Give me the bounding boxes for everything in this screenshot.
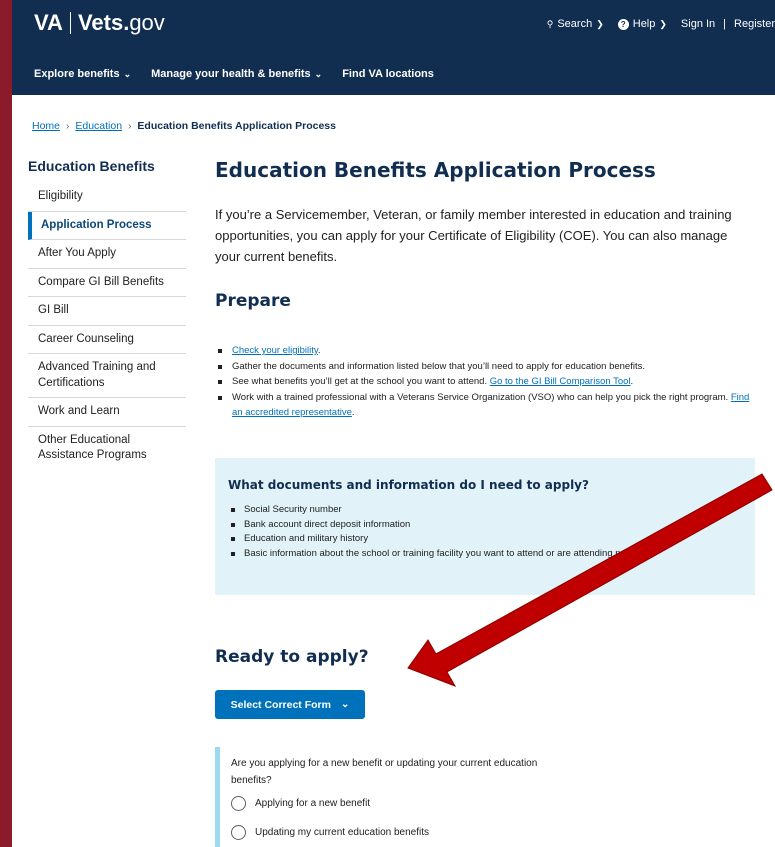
list-item: Check your eligibility. [215,343,755,359]
breadcrumb-education[interactable]: Education [75,120,122,132]
chevron-down-icon: ❯ [659,18,667,29]
button-label: Select Correct Form [230,698,331,711]
nav-label: Manage your health & benefits [151,68,311,80]
prepare-heading: Prepare [215,291,291,311]
main-content: Education Benefits Application Process I… [215,158,755,847]
utility-nav: ⚲ Search ❯ ? Help ❯ Sign In | Register [547,18,775,30]
documents-info-box: What documents and information do I need… [215,458,755,595]
documents-list: Social Security number Bank account dire… [228,503,739,561]
list-item: Gather the documents and information lis… [215,359,755,375]
check-eligibility-link[interactable]: Check your eligibility [232,345,318,356]
sidebar-item-eligibility[interactable]: Eligibility [28,183,186,212]
breadcrumb-current: Education Benefits Application Process [137,120,336,132]
list-item: See what benefits you’ll get at the scho… [215,374,755,390]
question-text: Are you applying for a new benefit or up… [231,758,538,786]
sidebar-nav: Education Benefits Eligibility Applicati… [28,158,186,470]
help-icon: ? [617,18,629,30]
browser-page: VA Vets. gov ⚲ Search ❯ ? Help ❯ Sign In … [12,0,775,847]
logo-divider [69,12,71,34]
gi-bill-comparison-link[interactable]: Go to the GI Bill Comparison Tool [490,376,631,387]
list-item: Bank account direct deposit information [228,518,739,533]
breadcrumb: Home › Education › Education Benefits Ap… [32,120,336,132]
sidebar-title: Education Benefits [28,158,155,174]
header-divider: | [723,18,727,30]
nav-explore-benefits[interactable]: Explore benefits ⌄ [34,68,131,80]
search-label: Search [557,18,593,30]
logo-va: VA [34,10,63,35]
register-link[interactable]: Register [734,18,775,30]
nav-manage-health-benefits[interactable]: Manage your health & benefits ⌄ [151,68,322,80]
sidebar-item-advanced-training[interactable]: Advanced Training and Certifications [28,354,186,399]
breadcrumb-home[interactable]: Home [32,120,60,132]
sidebar-item-application-process[interactable]: Application Process [28,211,186,241]
radio-option-update-benefits[interactable]: Updating my current education benefits [231,825,755,840]
help-label: Help [632,18,656,30]
site-header: VA Vets. gov ⚲ Search ❯ ? Help ❯ Sign In … [12,0,775,95]
search-menu[interactable]: ⚲ Search ❯ [547,18,604,30]
sidebar-item-after-you-apply[interactable]: After You Apply [28,240,186,269]
intro-text: If you’re a Servicemember, Veteran, or f… [215,207,732,264]
chevron-down-icon: ⌄ [340,699,350,710]
sidebar-item-other-programs[interactable]: Other Educational Assistance Programs [28,427,186,470]
punctuation: . [317,345,321,356]
chevron-down-icon: ❯ [596,18,604,29]
sign-in-link[interactable]: Sign In [681,18,715,30]
list-item: Education and military history [228,532,739,547]
list-text: Work with a trained professional with a … [232,391,731,403]
sidebar-item-compare-gi-bill[interactable]: Compare GI Bill Benefits [28,269,186,298]
chevron-down-icon: ⌄ [123,68,132,79]
radio-label: Applying for a new benefit [255,798,371,809]
nav-label: Find VA locations [342,68,434,80]
sidebar-item-work-and-learn[interactable]: Work and Learn [28,398,186,427]
sidebar-item-career-counseling[interactable]: Career Counseling [28,326,186,355]
sidebar-item-gi-bill[interactable]: GI Bill [28,297,186,326]
chevron-down-icon: ⌄ [314,68,323,79]
nav-find-va-locations[interactable]: Find VA locations [342,68,434,80]
logo-gov: gov [129,10,165,35]
chevron-right-icon: › [128,120,132,132]
radio-option-new-benefit[interactable]: Applying for a new benefit [231,796,755,811]
radio-button[interactable] [231,825,246,840]
search-icon: ⚲ [546,18,554,29]
list-text: See what benefits you’ll get at the scho… [232,376,490,387]
help-menu[interactable]: ? Help ❯ [617,18,667,30]
list-item: Work with a trained professional with a … [215,390,755,421]
punctuation: . [630,376,634,387]
radio-label: Updating my current education benefits [255,827,429,838]
form-question: Are you applying for a new benefit or up… [215,747,755,847]
punctuation: . [351,407,355,418]
prepare-list: Check your eligibility. Gather the docum… [215,343,755,421]
list-item: Basic information about the school or tr… [228,547,739,562]
main-nav: Explore benefits ⌄ Manage your health & … [34,68,434,80]
list-item: Social Security number [228,503,739,518]
logo-vets: Vets. [77,10,130,35]
nav-label: Explore benefits [34,68,120,80]
chevron-right-icon: › [66,120,70,132]
documents-title: What documents and information do I need… [228,478,589,492]
select-correct-form-button[interactable]: Select Correct Form ⌄ [215,690,365,719]
vets-gov-logo[interactable]: VA Vets. gov [34,10,165,36]
page-title: Education Benefits Application Process [215,158,656,182]
radio-button[interactable] [231,796,246,811]
ready-to-apply-heading: Ready to apply? [215,647,369,667]
